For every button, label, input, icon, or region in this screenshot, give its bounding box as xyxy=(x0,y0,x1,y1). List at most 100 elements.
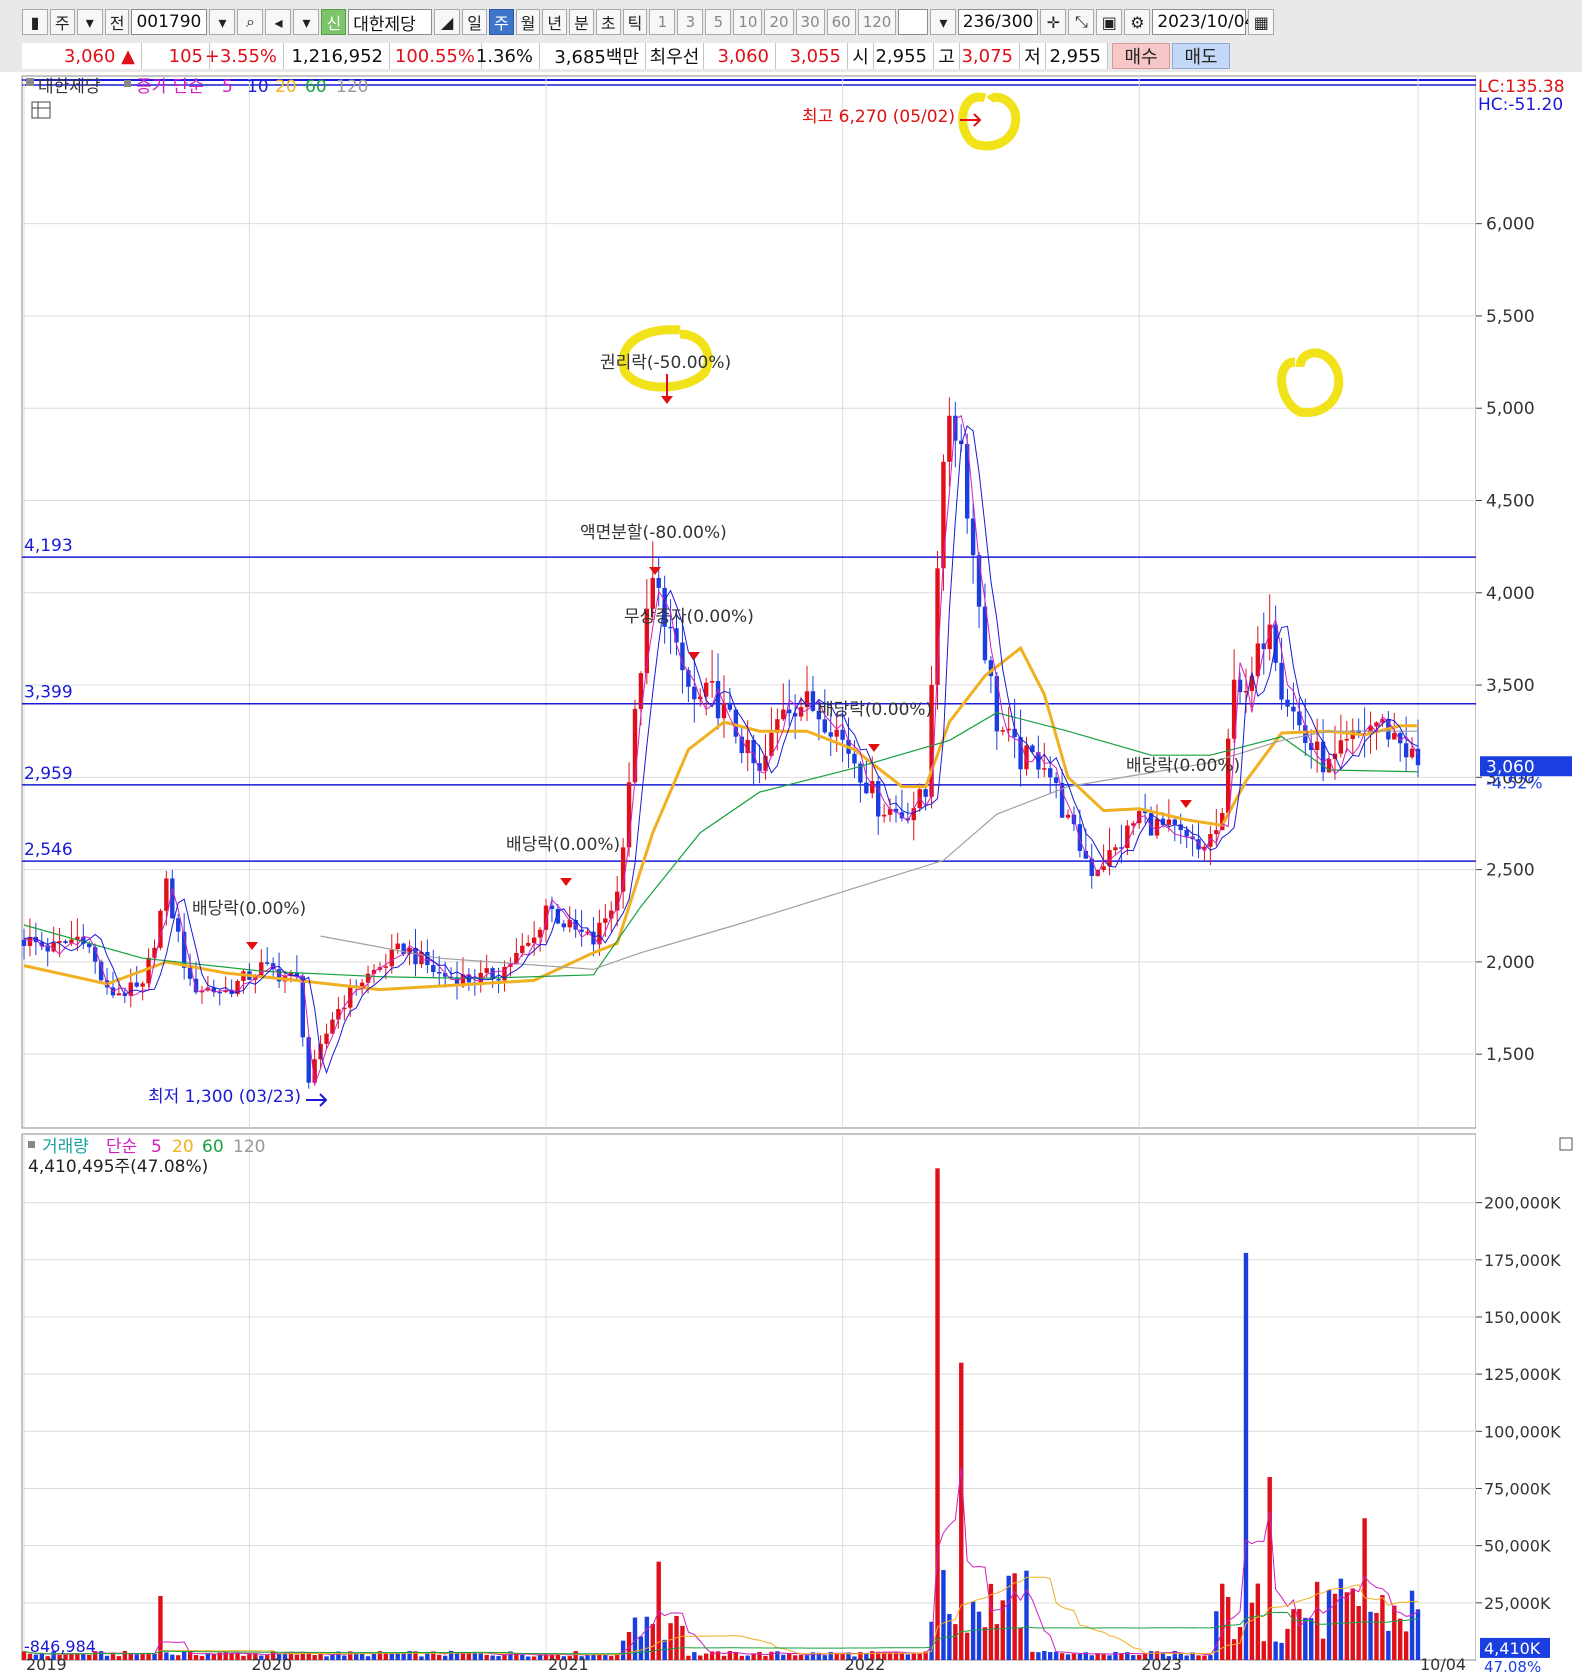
interval-1-label: 1 xyxy=(657,13,668,31)
candle-body xyxy=(1113,847,1118,851)
volume-bar xyxy=(941,1570,946,1660)
candle-body xyxy=(875,781,881,817)
volume-panel-frame xyxy=(21,1133,1477,1661)
save-icon[interactable]: ▣ xyxy=(1096,9,1123,35)
count-input[interactable]: 236/300 xyxy=(958,9,1039,35)
candle-body xyxy=(395,943,400,950)
candle-body xyxy=(437,972,442,974)
code-input[interactable]: 001790 xyxy=(131,9,208,35)
candle-body xyxy=(1208,834,1213,847)
buy-button[interactable]: 매수 xyxy=(1112,43,1170,69)
volume-bar xyxy=(1018,1627,1023,1660)
volume-bar xyxy=(1415,1609,1421,1660)
volume-bar xyxy=(822,1655,828,1660)
period-second-label: 초 xyxy=(600,14,616,33)
candle-body xyxy=(1338,740,1344,754)
volume-tick-label: 125,000K xyxy=(1484,1365,1561,1384)
crosshair-icon[interactable]: ✛ xyxy=(1040,9,1067,35)
volume-bar xyxy=(1303,1617,1308,1660)
period-tick[interactable]: 틱 xyxy=(622,9,648,35)
support-line-label: 2,959 xyxy=(24,764,73,784)
vol-left-value: -846,984 xyxy=(24,1637,96,1656)
candle-body xyxy=(1279,662,1284,700)
sell-button[interactable]: 매도 xyxy=(1172,43,1230,69)
interval-60[interactable]: 60 xyxy=(826,9,856,35)
volume-bar xyxy=(982,1627,988,1660)
quote-change: 105 xyxy=(142,43,210,69)
interval-custom-input[interactable] xyxy=(898,9,929,35)
market-select[interactable]: 주 xyxy=(50,9,75,35)
interval-30[interactable]: 30 xyxy=(795,9,825,35)
stock-chart[interactable]: 4,1933,3992,9592,546 1,5002,0002,5003,00… xyxy=(0,72,1582,1672)
interval-10[interactable]: 10 xyxy=(733,9,763,35)
volume-bar xyxy=(1202,1655,1207,1660)
search-icon[interactable]: ⌕ xyxy=(237,9,264,35)
chevron-down-icon[interactable]: ▾ xyxy=(76,9,103,35)
candle-body xyxy=(496,978,501,981)
volume-bar xyxy=(781,1654,786,1660)
table-icon[interactable] xyxy=(31,101,51,119)
candle-body xyxy=(721,702,727,719)
toolbar: ▮ 주 ▾ 전 001790 ▾ ⌕ ◂ ▾ 신 대한제당 ◢ 일 주 월 년 … xyxy=(0,0,1582,73)
code-dropdown-icon[interactable]: ▾ xyxy=(209,9,236,35)
speaker-icon[interactable]: ◂ xyxy=(265,9,292,35)
volume-bar xyxy=(1291,1609,1296,1660)
date-input[interactable]: 2023/10/04 xyxy=(1152,9,1255,35)
volume-bar xyxy=(1030,1651,1035,1660)
interval-1[interactable]: 1 xyxy=(649,9,676,35)
volume-bar xyxy=(1309,1618,1314,1660)
interval-120[interactable]: 120 xyxy=(857,9,897,35)
candle-body xyxy=(389,949,394,967)
legend-ma10: 10 xyxy=(247,77,269,97)
speaker-dropdown-icon[interactable]: ▾ xyxy=(293,9,320,35)
price-tick-label: 1,500 xyxy=(1486,1045,1535,1065)
candle-body xyxy=(176,918,181,932)
interval-dropdown-icon[interactable]: ▾ xyxy=(930,9,957,35)
candle-body xyxy=(1291,706,1296,712)
volume-bar xyxy=(490,1655,495,1660)
volume-bar xyxy=(1024,1570,1029,1660)
volume-bar xyxy=(745,1655,750,1660)
candle-body xyxy=(751,739,756,764)
period-year-label: 년 xyxy=(547,14,563,33)
period-week[interactable]: 주 xyxy=(488,9,514,35)
candle-body xyxy=(1053,777,1059,783)
candle-body xyxy=(591,931,596,945)
period-year[interactable]: 년 xyxy=(542,9,568,35)
candle-body xyxy=(632,708,638,783)
volume-bar xyxy=(994,1624,1000,1660)
stock-name-field[interactable]: 대한제당 xyxy=(348,9,433,35)
volume-tick-label: 200,000K xyxy=(1484,1194,1561,1213)
period-minute[interactable]: 분 xyxy=(569,9,594,35)
annotation-div-2022: 배당락(0.00%) xyxy=(1126,756,1240,776)
interval-20[interactable]: 20 xyxy=(764,9,794,35)
annotation-bonus: 무상증자(0.00%) xyxy=(624,607,754,627)
volume-bar xyxy=(306,1653,311,1660)
corner-icon[interactable]: ◢ xyxy=(434,9,461,35)
volume-bar xyxy=(763,1655,768,1660)
interval-3[interactable]: 3 xyxy=(677,9,704,35)
prev-button[interactable]: 전 xyxy=(104,9,130,35)
volume-bar xyxy=(1386,1630,1391,1660)
zoom-icon[interactable]: ⤡ xyxy=(1068,9,1095,35)
layout-icon[interactable]: ▮ xyxy=(22,9,48,35)
period-second[interactable]: 초 xyxy=(595,9,621,35)
volume-tag-value: 4,410K xyxy=(1484,1639,1541,1658)
candle-body xyxy=(1048,768,1053,778)
interval-5[interactable]: 5 xyxy=(705,9,732,35)
panel-close-icon[interactable] xyxy=(1559,1137,1573,1151)
volume-bar xyxy=(1344,1592,1350,1660)
candle-body xyxy=(1409,748,1415,758)
quote-volume: 1,216,952 xyxy=(284,43,390,69)
candle-body xyxy=(709,681,715,683)
volume-tick-label: 25,000K xyxy=(1484,1594,1551,1613)
calendar-icon[interactable]: ▦ xyxy=(1248,9,1275,35)
period-day[interactable]: 일 xyxy=(462,9,487,35)
volume-tick-label: 175,000K xyxy=(1484,1251,1561,1270)
period-month[interactable]: 월 xyxy=(515,9,541,35)
vol-last-value: 4,410,495주(47.08%) xyxy=(28,1157,208,1177)
quote-change-pct: +3.55% xyxy=(205,43,284,69)
gear-icon[interactable]: ⚙ xyxy=(1124,9,1151,35)
volume-bar xyxy=(834,1653,839,1660)
volume-bar xyxy=(1362,1518,1367,1660)
